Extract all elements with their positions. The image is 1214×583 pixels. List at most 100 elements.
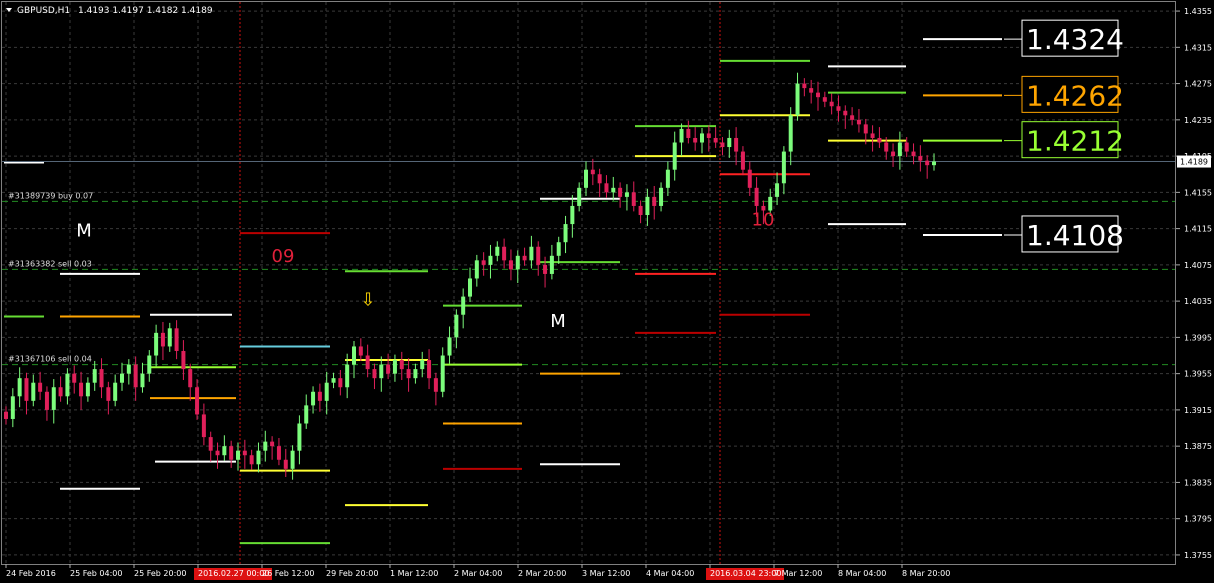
- candle-body: [420, 360, 425, 370]
- candle-body: [263, 441, 268, 451]
- time-tick-label: 8 Mar 04:00: [838, 569, 886, 578]
- candle-body: [816, 92, 820, 98]
- candle-body: [236, 450, 240, 460]
- time-tick-label: 24 Feb 2016: [6, 569, 56, 578]
- candle-body: [461, 296, 466, 315]
- candle-body: [379, 364, 384, 379]
- candle-body: [515, 255, 520, 270]
- order-line-label: #31367106 sell 0.04: [8, 355, 92, 364]
- candle-body: [508, 260, 513, 270]
- candle-body: [58, 387, 63, 397]
- candle-body: [167, 328, 172, 347]
- candle-body: [788, 115, 793, 152]
- price-tick-label: 1.4035: [1184, 297, 1212, 306]
- candle-body: [638, 205, 643, 216]
- candle-body: [672, 142, 677, 170]
- price-tick-label: 1.3955: [1184, 370, 1212, 379]
- marker-label: M: [550, 311, 566, 332]
- candle-body: [454, 314, 459, 338]
- candle-body: [106, 387, 111, 401]
- price-tick-label: 1.3875: [1184, 442, 1212, 451]
- time-tick-label: 25 Feb 20:00: [134, 569, 186, 578]
- candle-body: [85, 382, 90, 397]
- candle-body: [747, 169, 752, 188]
- candle-body: [618, 187, 623, 197]
- candle-body: [270, 441, 275, 447]
- candle-body: [802, 83, 807, 89]
- time-tick-label: 3 Mar 12:00: [582, 569, 630, 578]
- candle-body: [242, 450, 247, 456]
- candle-body: [536, 246, 541, 265]
- candle-body: [331, 378, 336, 383]
- candle-body: [693, 137, 698, 143]
- candle-body: [79, 382, 84, 397]
- price-tick-label: 1.4355: [1184, 7, 1212, 16]
- time-tick-label: 4 Mar 04:00: [646, 569, 694, 578]
- candle-body: [481, 260, 486, 265]
- candle-body: [624, 192, 629, 197]
- candle-body: [290, 450, 295, 469]
- candle-body: [884, 142, 889, 152]
- chart-header: GBPUSD,H1 1.4193 1.4197 1.4182 1.4189: [6, 6, 213, 16]
- candle-body: [65, 373, 70, 397]
- time-tick-label: 2 Mar 04:00: [454, 569, 502, 578]
- price-chart[interactable]: #31389739 buy 0.07 #31363382 sell 0.03 #31…: [0, 0, 1214, 583]
- candle-body: [31, 382, 36, 401]
- candle-body: [113, 382, 118, 401]
- candle-body: [795, 83, 800, 116]
- price-tick-label: 1.4115: [1184, 225, 1212, 234]
- candle-body: [51, 387, 56, 410]
- candle-body: [590, 169, 595, 175]
- candle-body: [556, 242, 561, 256]
- candle-body: [686, 128, 691, 138]
- candle-body: [822, 97, 827, 102]
- candle-body: [154, 332, 159, 356]
- candle-body: [133, 364, 138, 388]
- price-tick-label: 1.3755: [1184, 551, 1212, 560]
- time-tick-label: 1 Mar 12:00: [390, 569, 438, 578]
- symbol-title: GBPUSD,H1: [17, 6, 70, 16]
- price-tick-label: 1.4275: [1184, 80, 1212, 89]
- candle-body: [870, 133, 875, 138]
- candle-body: [392, 360, 397, 374]
- candle-body: [659, 187, 664, 206]
- price-tick-label: 1.3915: [1184, 406, 1212, 415]
- zone-label: 10: [752, 210, 775, 231]
- candle-body: [24, 378, 29, 401]
- candle-body: [597, 174, 602, 184]
- candle-body: [447, 337, 452, 356]
- candle-body: [584, 169, 588, 188]
- candle-body: [92, 369, 97, 383]
- candle-body: [99, 369, 104, 388]
- level-label-text: 1.4324: [1026, 23, 1124, 56]
- candle-body: [495, 246, 500, 256]
- candle-body: [706, 133, 711, 138]
- price-tick-label: 1.3995: [1184, 333, 1212, 342]
- candle-body: [229, 446, 234, 460]
- candle-body: [925, 160, 930, 166]
- candle-body: [611, 187, 616, 193]
- candle-body: [563, 224, 568, 243]
- candle-body: [904, 142, 909, 152]
- candle-body: [911, 151, 916, 157]
- candle-body: [631, 192, 636, 206]
- candle-body: [44, 391, 49, 410]
- price-tick-label: 1.4315: [1184, 43, 1212, 52]
- chart-canvas[interactable]: #31389739 buy 0.07 #31363382 sell 0.03 #31…: [0, 0, 1214, 583]
- candle-body: [809, 88, 814, 93]
- candle-body: [932, 161, 936, 166]
- candle-body: [645, 196, 650, 216]
- candle-body: [604, 183, 609, 193]
- candle-body: [577, 187, 582, 206]
- candle-body: [488, 255, 493, 265]
- candle-body: [713, 137, 718, 143]
- time-tick-label: 7 Mar 12:00: [774, 569, 822, 578]
- candle-body: [727, 137, 732, 148]
- candle-body: [850, 115, 855, 120]
- candle-body: [775, 183, 780, 197]
- candle-body: [338, 378, 343, 388]
- arrow-down-icon: ⇩: [360, 290, 375, 311]
- candle-body: [222, 446, 227, 456]
- candle-body: [10, 396, 15, 419]
- candle-body: [754, 187, 759, 206]
